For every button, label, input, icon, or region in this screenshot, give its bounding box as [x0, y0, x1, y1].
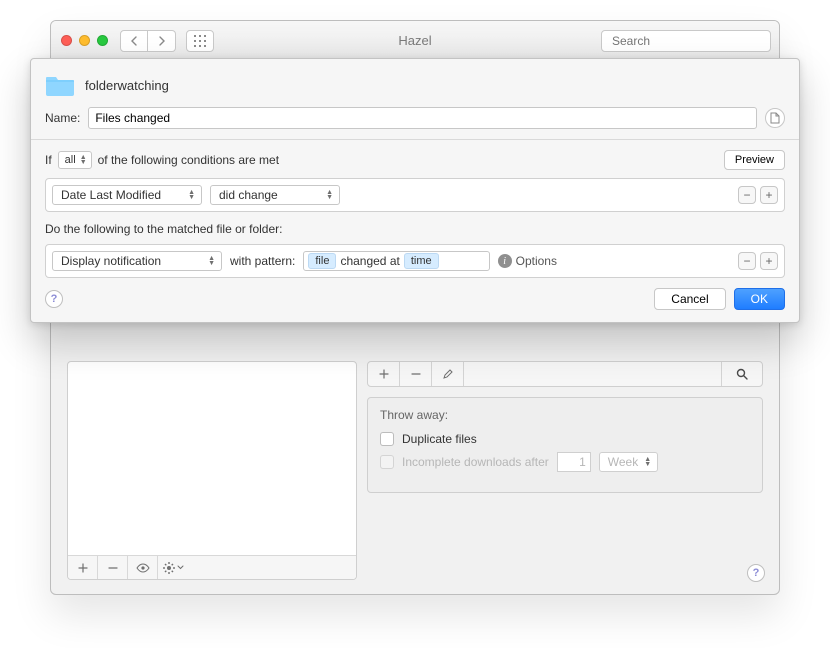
- incomplete-downloads-unit-select[interactable]: Week ▲▼: [599, 452, 658, 472]
- incomplete-downloads-unit-label: Week: [608, 455, 638, 469]
- minimize-window-button[interactable]: [79, 35, 90, 46]
- action-type-select[interactable]: Display notification ▲▼: [52, 251, 222, 271]
- condition-comparator-select[interactable]: did change ▲▼: [210, 185, 340, 205]
- pattern-token-file[interactable]: file: [308, 253, 336, 269]
- condition-row: Date Last Modified ▲▼ did change ▲▼ − +: [45, 178, 785, 212]
- folder-header: folderwatching: [45, 73, 785, 97]
- remove-rule-button[interactable]: [400, 362, 432, 386]
- folder-icon: [45, 73, 75, 97]
- search-input[interactable]: [612, 34, 767, 48]
- window-controls: [61, 35, 108, 46]
- if-label: If: [45, 153, 52, 167]
- rule-name-label: Name:: [45, 111, 80, 125]
- search-field[interactable]: [601, 30, 771, 52]
- incomplete-downloads-label: Incomplete downloads after: [402, 455, 549, 469]
- duplicate-files-label: Duplicate files: [402, 432, 477, 446]
- condition-attribute-select[interactable]: Date Last Modified ▲▼: [52, 185, 202, 205]
- stepper-icon: ▲▼: [208, 256, 215, 266]
- pattern-token-time[interactable]: time: [404, 253, 439, 269]
- pencil-icon: [443, 369, 453, 379]
- plus-icon: [379, 369, 389, 379]
- parent-help-button[interactable]: ?: [747, 564, 765, 582]
- rules-right-pane: Throw away: Duplicate files Incomplete d…: [367, 361, 763, 580]
- add-rule-button[interactable]: [368, 362, 400, 386]
- document-icon: [770, 112, 780, 124]
- rule-editor-sheet: folderwatching Name: If all ▲▼ of the fo…: [30, 58, 800, 323]
- cancel-button[interactable]: Cancel: [654, 288, 725, 310]
- folder-list-pane: [67, 361, 357, 580]
- rules-toolbar: [367, 361, 763, 387]
- add-condition-button[interactable]: +: [760, 186, 778, 204]
- info-icon: i: [498, 254, 512, 268]
- preview-button[interactable]: Preview: [724, 150, 785, 170]
- pattern-options-label: Options: [516, 254, 557, 268]
- grid-icon: [194, 35, 206, 47]
- pattern-field[interactable]: file changed at time: [303, 251, 489, 271]
- close-window-button[interactable]: [61, 35, 72, 46]
- minus-icon: [108, 563, 118, 573]
- throw-away-panel: Throw away: Duplicate files Incomplete d…: [367, 397, 763, 493]
- pattern-options-button[interactable]: i Options: [498, 254, 557, 268]
- folder-settings-button[interactable]: [158, 556, 188, 579]
- folder-list-toolbar: [68, 555, 356, 579]
- incomplete-downloads-checkbox[interactable]: [380, 455, 394, 469]
- condition-attribute-value: Date Last Modified: [61, 188, 161, 202]
- background-lower-section: Throw away: Duplicate files Incomplete d…: [51, 361, 779, 594]
- stepper-icon: ▲▼: [644, 457, 651, 467]
- rules-search-button[interactable]: [722, 362, 762, 386]
- with-pattern-label: with pattern:: [230, 254, 295, 268]
- divider: [31, 139, 799, 140]
- action-row: Display notification ▲▼ with pattern: fi…: [45, 244, 785, 278]
- actions-section-label: Do the following to the matched file or …: [45, 222, 785, 236]
- chevron-right-icon: [158, 36, 166, 46]
- gear-icon: [163, 562, 175, 574]
- folder-list[interactable]: [68, 362, 356, 555]
- back-button[interactable]: [120, 30, 148, 52]
- throw-away-heading: Throw away:: [380, 408, 750, 422]
- if-suffix-label: of the following conditions are met: [98, 153, 279, 167]
- rules-toolbar-spacer: [464, 362, 722, 386]
- condition-comparator-value: did change: [219, 188, 278, 202]
- remove-condition-button[interactable]: −: [738, 186, 756, 204]
- remove-folder-button[interactable]: [98, 556, 128, 579]
- add-folder-button[interactable]: [68, 556, 98, 579]
- stepper-icon: ▲▼: [188, 190, 195, 200]
- duplicate-files-checkbox[interactable]: [380, 432, 394, 446]
- forward-button[interactable]: [148, 30, 176, 52]
- grid-view-button[interactable]: [186, 30, 214, 52]
- nav-back-forward: [120, 30, 176, 52]
- chevron-down-icon: [177, 565, 184, 570]
- eye-icon: [136, 563, 150, 573]
- remove-action-button[interactable]: −: [738, 252, 756, 270]
- plus-icon: [78, 563, 88, 573]
- edit-rule-button[interactable]: [432, 362, 464, 386]
- stepper-icon: ▲▼: [80, 155, 87, 165]
- pattern-literal-text: changed at: [340, 254, 399, 268]
- condition-scope-value: all: [65, 154, 76, 166]
- sheet-help-button[interactable]: ?: [45, 290, 63, 308]
- notes-button[interactable]: [765, 108, 785, 128]
- ok-button[interactable]: OK: [734, 288, 785, 310]
- sheet-footer: ? Cancel OK: [45, 288, 785, 310]
- incomplete-downloads-number-field[interactable]: [557, 452, 591, 472]
- titlebar: Hazel: [51, 21, 779, 61]
- zoom-window-button[interactable]: [97, 35, 108, 46]
- search-icon: [736, 368, 748, 380]
- chevron-left-icon: [130, 36, 138, 46]
- action-type-value: Display notification: [61, 254, 161, 268]
- add-action-button[interactable]: +: [760, 252, 778, 270]
- preview-folder-button[interactable]: [128, 556, 158, 579]
- stepper-icon: ▲▼: [326, 190, 333, 200]
- condition-scope-select[interactable]: all ▲▼: [58, 151, 92, 169]
- minus-icon: [411, 369, 421, 379]
- folder-name-label: folderwatching: [85, 78, 169, 93]
- rule-name-input[interactable]: [88, 107, 757, 129]
